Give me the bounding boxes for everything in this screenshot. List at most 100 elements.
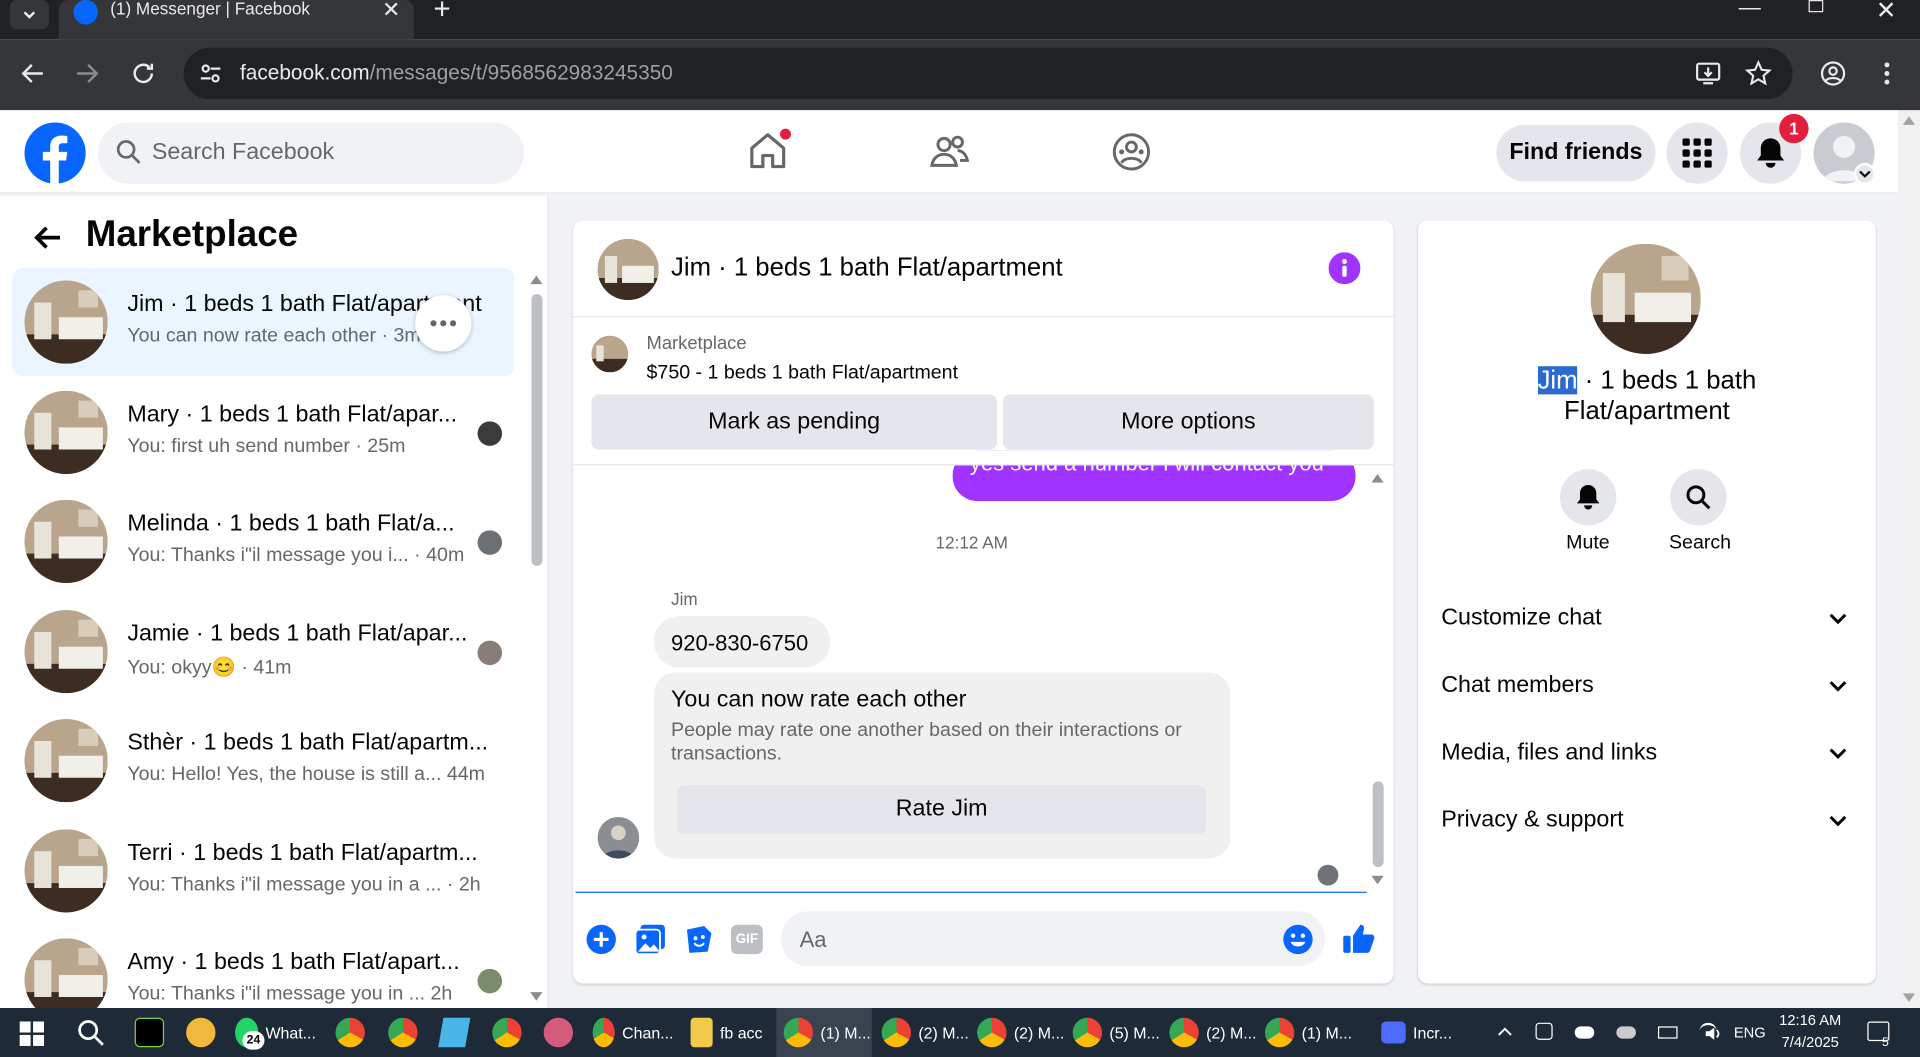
page-scroll-down-icon[interactable] [1902,993,1916,1002]
menu-grid-button[interactable] [1666,122,1728,184]
language-indicator[interactable]: ENG [1734,1024,1766,1041]
install-app-icon[interactable] [1695,60,1722,87]
taskbar-app-icon[interactable] [134,1017,165,1048]
composer-focus-line [575,891,1367,893]
conversation-info-icon[interactable] [1328,252,1361,285]
site-info-icon[interactable] [198,61,222,85]
bookmark-star-icon[interactable] [1744,60,1772,87]
minimize-button[interactable]: — [1739,0,1761,21]
tray-icons[interactable] [1535,1022,1720,1043]
privacy-support-section[interactable]: Privacy & support [1441,807,1623,834]
listing-thumbnail[interactable] [591,335,629,373]
conversation-item[interactable]: Mary · 1 beds 1 bath Flat/apar... You: fi… [12,378,514,486]
conversation-item[interactable]: Melinda · 1 beds 1 bath Flat/a... You: Th… [12,487,514,595]
window-close-button[interactable]: ✕ [1876,0,1897,26]
media-files-links-section[interactable]: Media, files and links [1441,740,1657,767]
taskbar-chrome-window[interactable]: (2) M... [977,1008,1065,1057]
chat-scroll-up-icon[interactable] [1371,473,1384,483]
page-scrollbar[interactable] [1897,110,1920,1009]
rate-jim-button[interactable]: Rate Jim [677,785,1207,835]
mark-as-pending-button[interactable]: Mark as pending [591,394,997,450]
conversation-options-button[interactable] [415,295,472,352]
back-icon[interactable] [20,60,47,87]
facebook-logo-icon[interactable] [24,122,86,184]
conversation-preview: You: Thanks i"il message you in ... 2h [127,983,453,1005]
info-avatar[interactable] [1590,243,1701,354]
chrome-icon[interactable] [492,1017,522,1048]
facebook-favicon-icon [73,0,98,25]
windows-start-icon[interactable] [19,1021,45,1046]
more-options-button[interactable]: More options [1002,394,1374,450]
customize-chat-section[interactable]: Customize chat [1441,605,1601,632]
page-scroll-up-icon[interactable] [1902,116,1916,125]
emoji-icon[interactable] [1282,923,1314,955]
back-arrow-icon[interactable] [32,222,64,254]
folder-icon [690,1017,713,1048]
tab-close-icon[interactable]: ✕ [382,0,400,23]
listing-title[interactable]: $750 - 1 beds 1 bath Flat/apartment [647,363,958,385]
conversation-name: Melinda · 1 beds 1 bath Flat/a... [127,510,455,537]
bell-icon [1576,485,1600,510]
show-hidden-icons-chevron-icon[interactable] [1496,1024,1513,1039]
chat-title[interactable]: Jim · 1 beds 1 bath Flat/apartment [671,254,1063,283]
list-scroll-down-icon[interactable] [530,992,543,1001]
url-text: facebook.com/messages/t/9568562983245350 [240,61,673,85]
chrome-menu-icon[interactable] [1882,60,1892,87]
restore-button[interactable] [1808,0,1824,13]
chrome-icon [881,1017,912,1048]
search-in-conversation-button[interactable] [1670,469,1727,526]
taskbar-chrome-window[interactable]: (2) M... [881,1008,970,1057]
onedrive-icon [1574,1026,1595,1039]
conversation-list-scrollbar[interactable] [531,293,543,566]
taskbar-app-icon[interactable] [186,1017,216,1048]
taskbar-app-icon[interactable] [543,1017,574,1048]
list-scroll-up-icon[interactable] [530,275,543,285]
add-attachment-icon[interactable] [585,923,617,955]
taskbar-chrome-window[interactable]: Chan... [592,1008,673,1057]
conversation-preview: You: Thanks i"il message you i... · 40m [127,545,465,566]
chrome-icon[interactable] [388,1017,418,1048]
reload-icon[interactable] [130,60,157,87]
notepad-icon[interactable] [438,1017,471,1048]
taskbar-zoom[interactable]: Incr... [1381,1008,1469,1057]
taskbar-chrome-window[interactable]: (2) M... [1169,1008,1257,1057]
conversation-item[interactable]: Sthèr · 1 beds 1 bath Flat/apartm... You:… [12,707,514,815]
tab-search-button[interactable] [9,0,49,30]
sticker-icon[interactable] [683,923,715,955]
bell-icon [1757,138,1785,168]
forward-icon[interactable] [73,60,100,87]
clock-date[interactable]: 7/4/2025 [1782,1034,1839,1051]
chat-header-avatar[interactable] [597,238,659,301]
taskbar-search-icon[interactable] [76,1018,105,1047]
received-message-bubble[interactable]: 920-830-6750 [653,616,831,668]
new-tab-button[interactable]: + [433,0,450,27]
clock-time[interactable]: 12:16 AM [1779,1012,1841,1029]
friends-nav-icon[interactable] [928,132,970,171]
chevron-down-icon[interactable] [1827,677,1849,694]
volume-icon[interactable] [1703,1024,1723,1044]
conversation-item[interactable]: Jamie · 1 beds 1 bath Flat/apar... You: o… [12,598,514,706]
search-placeholder: Search Facebook [151,139,335,166]
taskbar-chrome-window[interactable]: (1) M... [1264,1008,1353,1057]
chevron-down-icon[interactable] [1827,812,1849,829]
chat-scroll-down-icon[interactable] [1371,875,1384,885]
mute-button[interactable] [1560,469,1617,526]
account-chevron-icon[interactable] [1853,162,1876,185]
chevron-down-icon[interactable] [1827,610,1849,627]
taskbar-file-explorer[interactable]: fb acc [690,1008,772,1057]
conversation-item[interactable]: Terri · 1 beds 1 bath Flat/apartm... You:… [12,817,514,925]
like-thumb-icon[interactable] [1342,921,1376,955]
chat-scrollbar[interactable] [1372,781,1384,868]
chevron-down-icon[interactable] [1827,745,1849,762]
message-input[interactable] [781,911,1325,967]
profile-icon[interactable] [1820,60,1847,87]
chrome-icon[interactable] [335,1017,365,1048]
taskbar-chrome-window[interactable]: (5) M... [1072,1008,1161,1057]
photo-icon[interactable] [634,923,666,956]
groups-nav-icon[interactable] [1112,132,1151,171]
chat-members-section[interactable]: Chat members [1441,672,1594,699]
find-friends-button[interactable]: Find friends [1496,124,1656,182]
sender-avatar[interactable] [597,816,640,859]
gif-icon[interactable]: GIF [731,924,763,955]
taskbar-chrome-window[interactable]: (1) M... [776,1008,872,1057]
